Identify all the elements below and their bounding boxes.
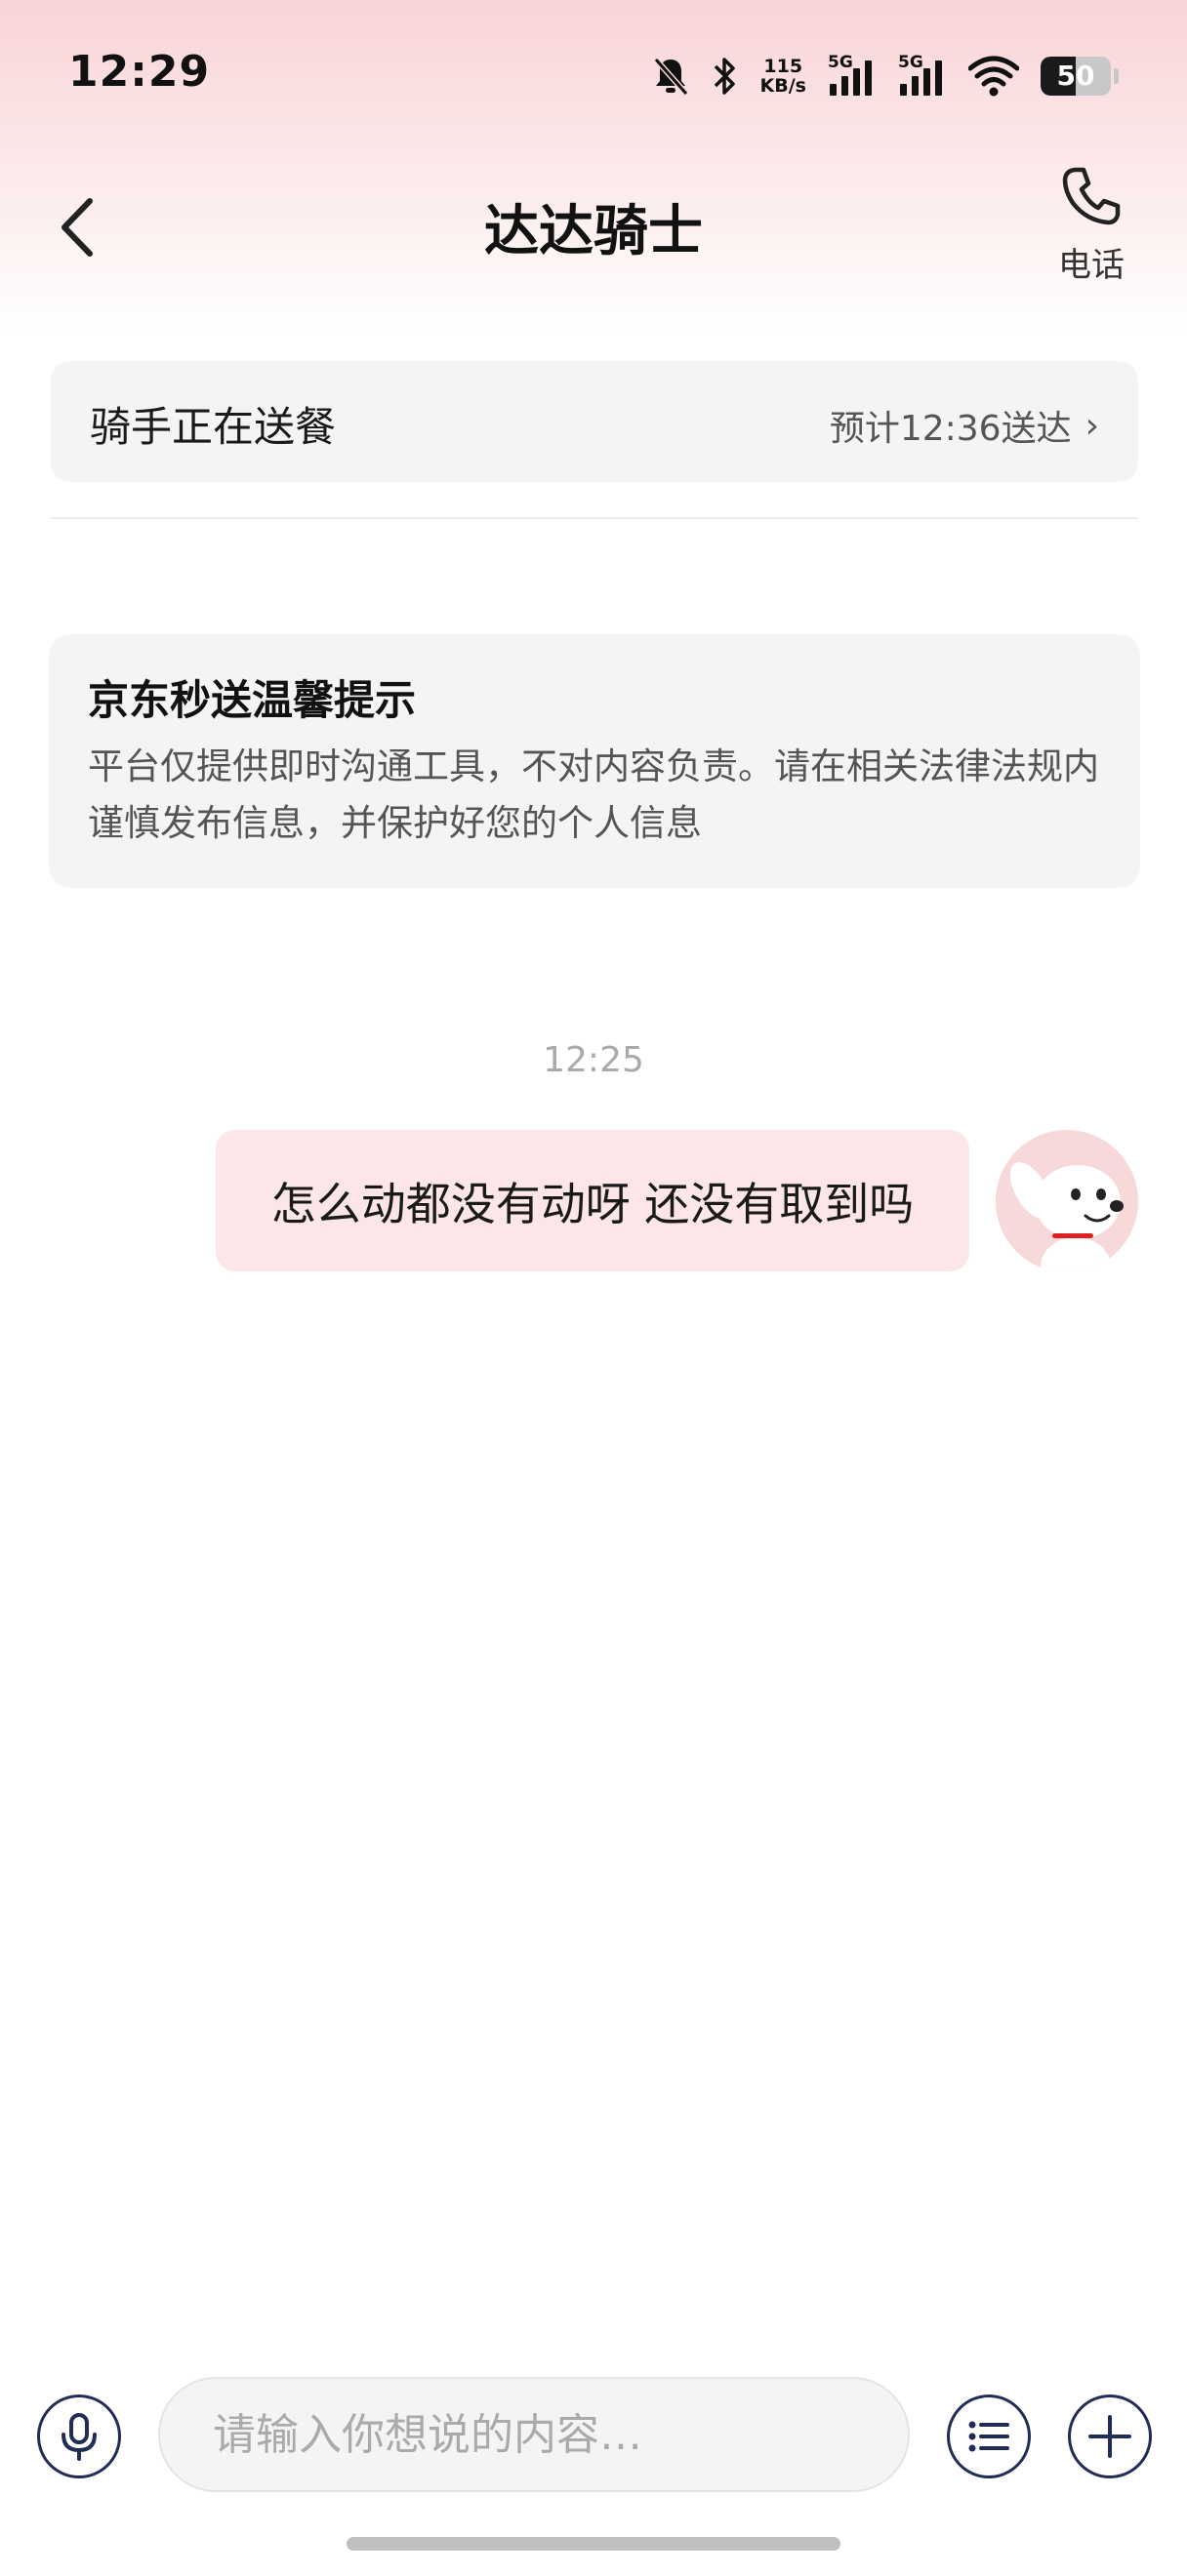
signal-icon: [830, 60, 872, 96]
quick-phrases-button[interactable]: [947, 2395, 1031, 2478]
chevron-right-icon: ›: [1085, 405, 1099, 446]
page-title: 达达骑士: [484, 200, 703, 263]
battery-icon: 50: [1041, 57, 1111, 96]
home-indicator[interactable]: [347, 2537, 840, 2551]
more-actions-button[interactable]: [1068, 2395, 1152, 2478]
divider: [51, 517, 1138, 519]
notice-body: 平台仅提供即时沟通工具，不对内容负责。请在相关法律法规内谨慎发布信息，并保护好您…: [88, 745, 1099, 844]
wifi-icon: [968, 55, 1019, 98]
bluetooth-icon: [712, 55, 739, 98]
chat-timestamp: 12:25: [543, 1040, 644, 1080]
bell-mute-icon: [651, 55, 690, 98]
avatar[interactable]: [996, 1130, 1138, 1272]
status-icons: 115 KB/s 5G 5G 50: [651, 49, 1119, 103]
list-icon: [968, 2421, 1009, 2452]
plus-icon: [1088, 2415, 1131, 2458]
phone-label: 电话: [1058, 246, 1125, 285]
signal-sim2: 5G: [898, 53, 947, 100]
battery-tip: [1114, 68, 1119, 84]
signal-sim1: 5G: [828, 53, 877, 100]
phone-call-button[interactable]: 电话: [1033, 164, 1150, 291]
network-speed: 115 KB/s: [760, 57, 806, 96]
microphone-icon: [61, 2413, 97, 2461]
network-speed-value: 115: [763, 56, 803, 77]
status-bar: 12:29 115 KB/s 5G 5G 50: [0, 0, 1187, 146]
notice-title: 京东秒送温馨提示: [88, 676, 417, 724]
battery-level: 50: [1056, 60, 1095, 92]
signal-icon: [900, 60, 942, 96]
order-status-card[interactable]: 骑手正在送餐 预计12:36送达 ›: [51, 361, 1138, 482]
jd-dog-mascot-icon: [996, 1130, 1138, 1272]
notice-card: 京东秒送温馨提示 平台仅提供即时沟通工具，不对内容负责。请在相关法律法规内谨慎发…: [49, 634, 1140, 888]
message-bubble[interactable]: 怎么动都没有动呀 还没有取到吗: [216, 1130, 969, 1271]
order-eta-text: 预计12:36送达: [829, 409, 1072, 449]
voice-input-button[interactable]: [37, 2395, 121, 2478]
phone-icon: [1062, 167, 1121, 225]
message-input[interactable]: [158, 2377, 910, 2492]
order-status-text: 骑手正在送餐: [90, 403, 337, 451]
order-eta: 预计12:36送达 ›: [830, 400, 1099, 451]
status-time: 12:29: [68, 47, 211, 97]
network-speed-unit: KB/s: [759, 75, 806, 97]
